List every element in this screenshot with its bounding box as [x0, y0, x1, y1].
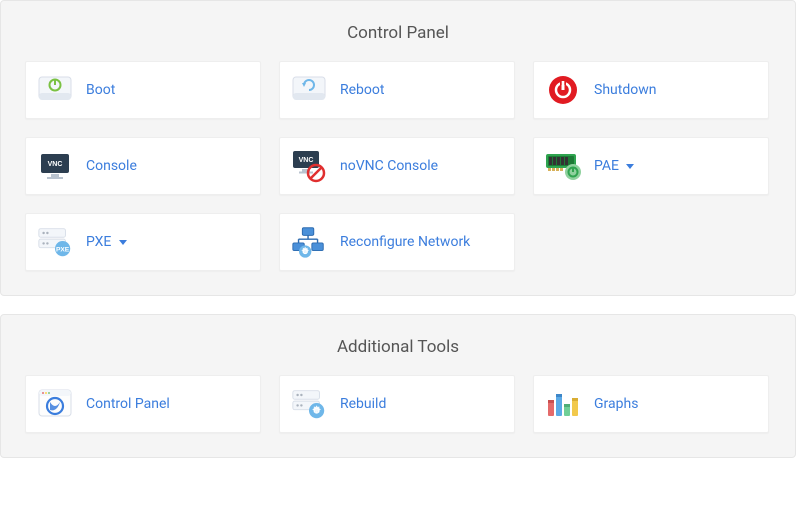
rebuild-button[interactable]: Rebuild [279, 375, 515, 433]
graphs-label: Graphs [594, 396, 638, 412]
novnc-console-button[interactable]: VNC noVNC Console [279, 137, 515, 195]
control-panel-icon [36, 385, 74, 423]
console-button[interactable]: VNC Console [25, 137, 261, 195]
console-label: Console [86, 158, 137, 174]
pxe-label: PXE [86, 234, 127, 250]
svg-text:VNC: VNC [48, 161, 63, 168]
rebuild-label: Rebuild [340, 396, 386, 412]
control-panel-grid: Boot Reboot [25, 61, 771, 271]
control-panel-section: Control Panel Boot [0, 0, 796, 296]
pxe-icon: PXE [36, 223, 74, 261]
reboot-icon [290, 71, 328, 109]
section-title: Control Panel [25, 13, 771, 61]
svg-text:PXE: PXE [56, 247, 70, 254]
rebuild-icon [290, 385, 328, 423]
shutdown-button[interactable]: Shutdown [533, 61, 769, 119]
novnc-console-icon: VNC [290, 147, 328, 185]
pae-icon [544, 147, 582, 185]
chevron-down-icon [626, 164, 634, 169]
network-icon [290, 223, 328, 261]
section-title: Additional Tools [25, 327, 771, 375]
reconfigure-network-button[interactable]: Reconfigure Network [279, 213, 515, 271]
additional-tools-section: Additional Tools Control Panel [0, 314, 796, 458]
graphs-icon [544, 385, 582, 423]
pae-label: PAE [594, 158, 634, 174]
page-root: Control Panel Boot [0, 0, 796, 458]
boot-icon [36, 71, 74, 109]
boot-label: Boot [86, 82, 115, 98]
boot-button[interactable]: Boot [25, 61, 261, 119]
svg-text:VNC: VNC [299, 157, 314, 164]
chevron-down-icon [119, 240, 127, 245]
shutdown-icon [544, 71, 582, 109]
shutdown-label: Shutdown [594, 82, 656, 98]
reboot-button[interactable]: Reboot [279, 61, 515, 119]
pae-dropdown[interactable]: PAE [533, 137, 769, 195]
reboot-label: Reboot [340, 82, 384, 98]
console-icon: VNC [36, 147, 74, 185]
additional-tools-grid: Control Panel [25, 375, 771, 433]
control-panel-label: Control Panel [86, 396, 170, 412]
graphs-button[interactable]: Graphs [533, 375, 769, 433]
reconfigure-network-label: Reconfigure Network [340, 234, 470, 250]
control-panel-button[interactable]: Control Panel [25, 375, 261, 433]
novnc-console-label: noVNC Console [340, 158, 438, 174]
pxe-dropdown[interactable]: PXE PXE [25, 213, 261, 271]
